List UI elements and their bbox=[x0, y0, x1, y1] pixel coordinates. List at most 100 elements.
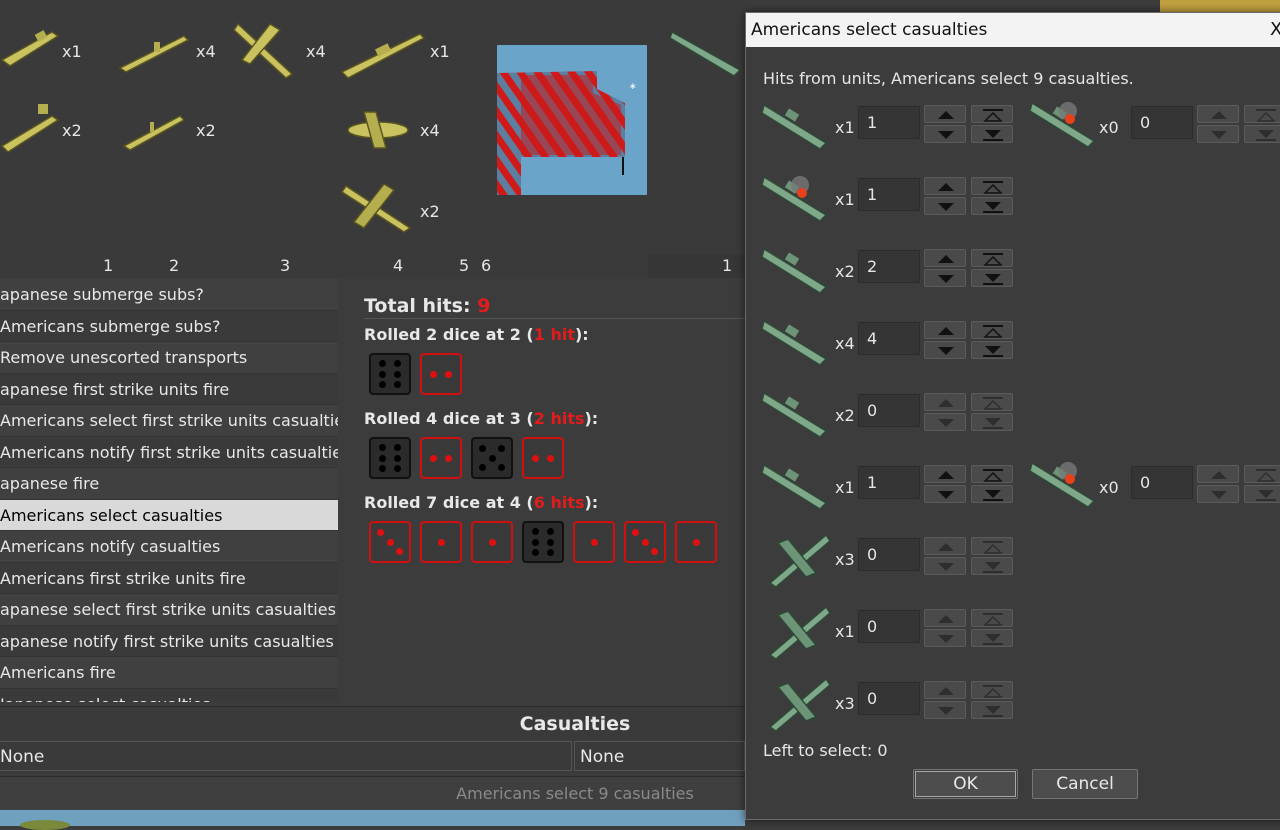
die-pip bbox=[386, 538, 394, 546]
casualty-count-input[interactable]: 0 bbox=[1131, 466, 1193, 499]
max-button[interactable] bbox=[1244, 465, 1280, 483]
enemy-submarine-icon bbox=[669, 30, 742, 77]
increment-button[interactable] bbox=[1197, 105, 1239, 123]
cancel-button[interactable]: Cancel bbox=[1032, 769, 1138, 799]
decrement-button[interactable] bbox=[924, 485, 966, 503]
max-arrow-icon bbox=[983, 181, 1003, 194]
min-button[interactable] bbox=[971, 341, 1013, 359]
increment-button[interactable] bbox=[1197, 465, 1239, 483]
casualty-count-input[interactable]: 1 bbox=[858, 106, 920, 139]
tactical-bomber-icon bbox=[347, 111, 409, 149]
min-button[interactable] bbox=[971, 701, 1013, 719]
attacker-units-panel: x1 x4 x4 x1 x2 x2 x4 x2 ∗ 1 1 2 3 4 56 bbox=[0, 0, 745, 278]
battle-step-item[interactable]: apanese notify first strike units casual… bbox=[0, 626, 338, 657]
battle-step-item[interactable]: apanese first strike units fire bbox=[0, 374, 338, 405]
casualty-count-input[interactable]: 4 bbox=[858, 322, 920, 355]
battle-step-item[interactable]: Americans notify casualties bbox=[0, 531, 338, 563]
roll-suffix: ): bbox=[584, 409, 599, 428]
battle-step-item[interactable]: apanese submerge subs? bbox=[0, 279, 338, 311]
decrement-button[interactable] bbox=[924, 557, 966, 575]
max-button[interactable] bbox=[971, 393, 1013, 411]
increment-arrow-icon bbox=[938, 687, 954, 695]
decrement-arrow-icon bbox=[938, 563, 954, 571]
max-button[interactable] bbox=[971, 321, 1013, 339]
unit-count: x1 bbox=[835, 478, 855, 497]
min-button[interactable] bbox=[971, 197, 1013, 215]
increment-button[interactable] bbox=[924, 249, 966, 267]
battle-step-item[interactable]: Americans submerge subs? bbox=[0, 311, 338, 342]
min-button[interactable] bbox=[971, 557, 1013, 575]
decrement-button[interactable] bbox=[924, 341, 966, 359]
battle-step-item[interactable]: Americans first strike units fire bbox=[0, 563, 338, 594]
die-pip bbox=[498, 445, 505, 452]
hit-die bbox=[624, 521, 666, 563]
casualty-count-input[interactable]: 1 bbox=[858, 178, 920, 211]
battle-step-item[interactable]: Japanese select casualties bbox=[0, 689, 338, 703]
max-button[interactable] bbox=[971, 537, 1013, 555]
decrement-button[interactable] bbox=[1197, 125, 1239, 143]
max-button[interactable] bbox=[1244, 105, 1280, 123]
casualties-right-value: None bbox=[580, 747, 625, 767]
battle-steps-list[interactable]: apanese submerge subs? Americans submerge… bbox=[0, 279, 339, 702]
decrement-arrow-icon bbox=[1211, 131, 1227, 139]
roll-summary: Rolled 4 dice at 3 (2 hits): bbox=[364, 409, 598, 428]
fighter-plane-icon bbox=[233, 22, 294, 79]
decrement-button[interactable] bbox=[924, 125, 966, 143]
casualty-count-input[interactable]: 0 bbox=[858, 610, 920, 643]
casualty-count-input[interactable]: 2 bbox=[858, 250, 920, 283]
ok-button[interactable]: OK bbox=[913, 769, 1018, 799]
increment-arrow-icon bbox=[1211, 471, 1227, 479]
min-arrow-icon bbox=[983, 346, 1003, 357]
decrement-button[interactable] bbox=[924, 197, 966, 215]
decrement-button[interactable] bbox=[924, 269, 966, 287]
min-button[interactable] bbox=[971, 485, 1013, 503]
unit-count: x2 bbox=[835, 262, 855, 281]
min-button[interactable] bbox=[1244, 485, 1280, 503]
die-pip bbox=[378, 381, 386, 389]
max-button[interactable] bbox=[971, 177, 1013, 195]
increment-button[interactable] bbox=[924, 105, 966, 123]
increment-button[interactable] bbox=[924, 537, 966, 555]
battle-step-item[interactable]: apanese select first strike units casual… bbox=[0, 594, 338, 626]
max-button[interactable] bbox=[971, 609, 1013, 627]
column-number: 3 bbox=[280, 256, 291, 275]
decrement-button[interactable] bbox=[924, 701, 966, 719]
damaged-transport-icon bbox=[761, 175, 828, 222]
dialog-title-bar: Americans select casualties X bbox=[746, 13, 1280, 47]
die-pip bbox=[378, 359, 386, 367]
min-button[interactable] bbox=[971, 125, 1013, 143]
casualty-count-input[interactable]: 0 bbox=[1131, 106, 1193, 139]
min-button[interactable] bbox=[971, 269, 1013, 287]
battle-step-item[interactable]: Americans select first strike units casu… bbox=[0, 405, 338, 437]
max-button[interactable] bbox=[971, 681, 1013, 699]
increment-button[interactable] bbox=[924, 177, 966, 195]
battle-step-item[interactable]: Americans fire bbox=[0, 657, 338, 689]
max-button[interactable] bbox=[971, 105, 1013, 123]
decrement-button[interactable] bbox=[924, 413, 966, 431]
increment-button[interactable] bbox=[924, 393, 966, 411]
close-icon[interactable]: X bbox=[1270, 13, 1280, 47]
decrement-button[interactable] bbox=[924, 629, 966, 647]
battle-step-item[interactable]: Americans notify first strike units casu… bbox=[0, 437, 338, 468]
max-button[interactable] bbox=[971, 465, 1013, 483]
hit-die bbox=[522, 437, 564, 479]
increment-arrow-icon bbox=[938, 183, 954, 191]
roll-suffix: ): bbox=[584, 493, 599, 512]
min-button[interactable] bbox=[1244, 125, 1280, 143]
increment-button[interactable] bbox=[924, 609, 966, 627]
battle-step-item[interactable]: Remove unescorted transports bbox=[0, 342, 338, 374]
increment-button[interactable] bbox=[924, 465, 966, 483]
max-button[interactable] bbox=[971, 249, 1013, 267]
min-button[interactable] bbox=[971, 629, 1013, 647]
casualty-count-input[interactable]: 1 bbox=[858, 466, 920, 499]
decrement-button[interactable] bbox=[1197, 485, 1239, 503]
casualty-count-input[interactable]: 0 bbox=[858, 538, 920, 571]
casualty-count-input[interactable]: 0 bbox=[858, 682, 920, 715]
battle-step-item[interactable]: Americans select casualties bbox=[0, 499, 338, 531]
decrement-arrow-icon bbox=[938, 491, 954, 499]
increment-button[interactable] bbox=[924, 681, 966, 699]
battle-step-item[interactable]: apanese fire bbox=[0, 468, 338, 500]
casualty-count-input[interactable]: 0 bbox=[858, 394, 920, 427]
min-button[interactable] bbox=[971, 413, 1013, 431]
increment-button[interactable] bbox=[924, 321, 966, 339]
